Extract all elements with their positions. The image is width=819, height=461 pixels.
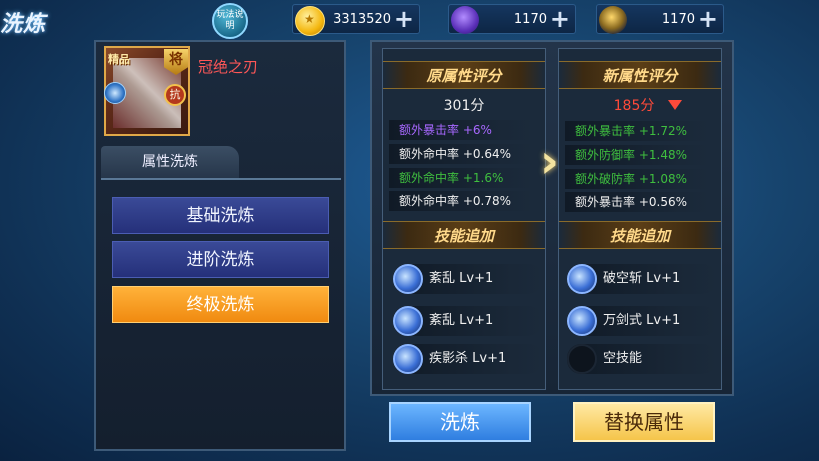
score-down-icon bbox=[668, 100, 682, 110]
skill-shadow-strike-icon bbox=[393, 344, 423, 374]
skill-chaos-icon bbox=[393, 306, 423, 336]
page-title: 洗炼 bbox=[0, 12, 47, 37]
new-score: 185分 bbox=[613, 98, 655, 114]
resist-badge-icon: 抗 bbox=[164, 84, 186, 106]
new-stat-1: 额外暴击率 +1.72% bbox=[565, 121, 709, 141]
new-stat-4: 额外暴击率 +0.56% bbox=[565, 192, 709, 212]
gold-resource: 3313520 + bbox=[292, 4, 420, 36]
original-score-header: 原属性评分 bbox=[383, 61, 545, 89]
original-stat-3: 额外命中率 +1.6% bbox=[389, 168, 533, 188]
add-gem-button[interactable]: + bbox=[698, 5, 718, 33]
tab-divider bbox=[101, 178, 341, 180]
new-stat-2: 额外防御率 +1.48% bbox=[565, 145, 709, 165]
skill-chaos-icon bbox=[393, 264, 423, 294]
original-skills-header: 技能追加 bbox=[383, 221, 545, 249]
compare-arrow-icon: › bbox=[540, 134, 559, 188]
tab-attribute-refine[interactable]: 属性洗炼 bbox=[101, 146, 239, 178]
element-icon bbox=[104, 82, 126, 104]
basic-refine-button[interactable]: 基础洗炼 bbox=[112, 197, 329, 234]
gold-value: 3313520 bbox=[333, 12, 391, 27]
replace-attributes-button[interactable]: 替换属性 bbox=[573, 402, 715, 442]
add-gold-button[interactable]: + bbox=[394, 5, 414, 33]
refine-button[interactable]: 洗炼 bbox=[389, 402, 531, 442]
skill-myriad-sword-icon bbox=[567, 306, 597, 336]
ultimate-refine-button[interactable]: 终极洗炼 bbox=[112, 286, 329, 323]
original-score: 301分 bbox=[443, 98, 485, 114]
gameplay-help-button[interactable]: 玩法说明 bbox=[212, 3, 248, 39]
original-stat-2: 额外命中率 +0.64% bbox=[389, 144, 533, 164]
new-skills-header: 技能追加 bbox=[559, 221, 721, 249]
new-score-header: 新属性评分 bbox=[559, 61, 721, 89]
add-purple-button[interactable]: + bbox=[550, 5, 570, 33]
gem-value: 1170 bbox=[661, 12, 695, 27]
new-stat-3: 额外破防率 +1.08% bbox=[565, 169, 709, 189]
original-stat-1: 额外暴击率 +6% bbox=[389, 120, 533, 140]
gem-resource: 1170 + bbox=[596, 4, 724, 34]
quality-tag: 精品 bbox=[108, 53, 130, 66]
purple-bag-icon bbox=[451, 6, 479, 34]
empty-skill-icon bbox=[567, 344, 597, 374]
gold-coin-icon bbox=[295, 6, 325, 36]
advanced-refine-button[interactable]: 进阶洗炼 bbox=[112, 241, 329, 278]
purple-value: 1170 bbox=[513, 12, 547, 27]
original-stat-4: 额外命中率 +0.78% bbox=[389, 191, 533, 211]
gem-bag-icon bbox=[599, 6, 627, 34]
item-name: 冠绝之刃 bbox=[198, 58, 259, 76]
purple-resource: 1170 + bbox=[448, 4, 576, 34]
skill-sky-slash-icon bbox=[567, 264, 597, 294]
